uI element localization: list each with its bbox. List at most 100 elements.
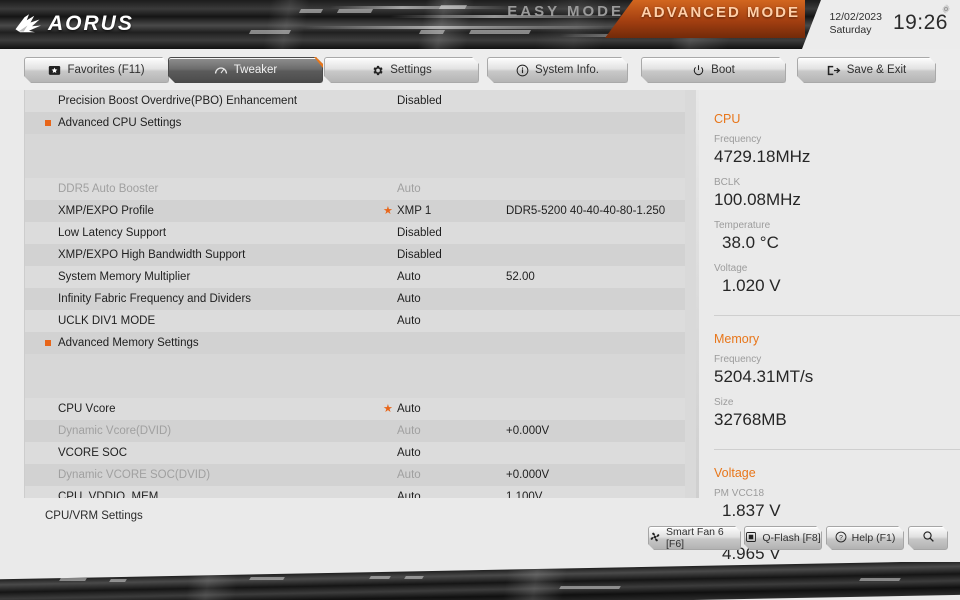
- footer-texture: [0, 562, 960, 600]
- gear-icon[interactable]: [940, 3, 952, 15]
- help-text: CPU/VRM Settings: [45, 510, 143, 522]
- row-label: Dynamic Vcore(DVID): [58, 425, 172, 437]
- row-value[interactable]: Auto: [397, 293, 421, 305]
- tab-tweaker[interactable]: Tweaker: [168, 57, 323, 83]
- row-value[interactable]: Auto: [397, 491, 421, 498]
- row-value-2: DDR5-5200 40-40-40-80-1.250: [506, 205, 666, 217]
- row-value[interactable]: Disabled: [397, 249, 442, 261]
- settings-list-pane: Precision Boost Overdrive(PBO) Enhanceme…: [24, 90, 721, 498]
- row-label: XMP/EXPO High Bandwidth Support: [58, 249, 246, 261]
- submenu-bullet-icon: [45, 120, 51, 126]
- table-row[interactable]: VCORE SOC Auto: [25, 442, 685, 464]
- info-value: 1.837 V: [722, 501, 781, 520]
- row-value[interactable]: Auto: [397, 183, 421, 195]
- tab-system-info[interactable]: System Info.: [487, 57, 628, 83]
- table-row[interactable]: CPU Vcore ★ Auto: [25, 398, 685, 420]
- logo-text: AORUS: [48, 12, 134, 35]
- row-label: Advanced CPU Settings: [58, 117, 182, 129]
- row-value-2: 1.100V: [506, 491, 543, 498]
- row-label: Precision Boost Overdrive(PBO) Enhanceme…: [58, 95, 298, 107]
- row-value[interactable]: Disabled: [397, 227, 442, 239]
- info-key: BCLK: [714, 177, 741, 188]
- tab-settings[interactable]: Settings: [324, 57, 479, 83]
- row-value[interactable]: Auto: [397, 315, 421, 327]
- row-label: CPU Vcore: [58, 403, 116, 415]
- row-label: Infinity Fabric Frequency and Dividers: [58, 293, 252, 305]
- row-spacer: [25, 354, 685, 376]
- info-section-values: Frequency 5204.31MT/s Size 32768MB: [714, 353, 960, 439]
- advanced-mode-tab[interactable]: ADVANCED MODE: [641, 4, 800, 21]
- table-row[interactable]: Low Latency Support Disabled: [25, 222, 685, 244]
- info-pair: Frequency 4729.18MHz: [714, 133, 844, 167]
- table-row[interactable]: CPU_VDDIO_MEM Auto 1.100V: [25, 486, 685, 498]
- info-value: 38.0 °C: [722, 233, 779, 252]
- table-row[interactable]: Advanced CPU Settings: [25, 112, 685, 134]
- star-icon: ★: [383, 205, 393, 217]
- info-key: Temperature: [714, 220, 771, 231]
- help-label: Help (F1): [851, 532, 896, 544]
- info-pair: Size 32768MB: [714, 396, 844, 430]
- tab-settings-label: Settings: [390, 64, 432, 76]
- row-value[interactable]: Auto: [397, 271, 421, 283]
- tab-save-exit[interactable]: Save & Exit: [797, 57, 936, 83]
- info-divider: [714, 449, 960, 450]
- q-flash-label: Q-Flash [F8]: [762, 532, 821, 544]
- main-nav: Favorites (F11) Tweaker Settings System …: [0, 49, 960, 90]
- row-label: DDR5 Auto Booster: [58, 183, 159, 195]
- info-value: 4729.18MHz: [714, 147, 811, 166]
- row-value[interactable]: Auto: [397, 425, 421, 437]
- tab-boot[interactable]: Boot: [641, 57, 786, 83]
- row-value[interactable]: Auto: [397, 447, 421, 459]
- table-row: Dynamic Vcore(DVID) Auto +0.000V: [25, 420, 685, 442]
- weekday-value: Saturday: [829, 24, 872, 36]
- question-circle-icon: ?: [835, 531, 847, 546]
- easy-mode-tab[interactable]: EASY MODE: [507, 3, 624, 20]
- tab-tweaker-label: Tweaker: [233, 64, 278, 76]
- info-section-title: CPU: [714, 112, 741, 126]
- info-value: 5204.31MT/s: [714, 367, 814, 386]
- svg-text:?: ?: [839, 534, 843, 541]
- table-row[interactable]: XMP/EXPO Profile ★ XMP 1 DDR5-5200 40-40-40…: [25, 200, 685, 222]
- smart-fan-label: Smart Fan 6 [F6]: [666, 526, 724, 550]
- table-row[interactable]: XMP/EXPO High Bandwidth Support Disabled: [25, 244, 685, 266]
- bios-screen: AORUS EASY MODE ADVANCED MODE 12/02/2023…: [0, 0, 960, 600]
- gauge-icon: [214, 64, 228, 76]
- q-flash-button[interactable]: Q-Flash [F8]: [744, 526, 822, 550]
- row-value[interactable]: Auto: [397, 469, 421, 481]
- table-row: DDR5 Auto Booster Auto: [25, 178, 685, 200]
- row-value[interactable]: XMP 1: [397, 205, 431, 217]
- chip-icon: [745, 531, 757, 546]
- info-circle-icon: [516, 64, 529, 77]
- tab-save-exit-label: Save & Exit: [846, 64, 907, 76]
- table-row[interactable]: Advanced Memory Settings: [25, 332, 685, 354]
- info-pair: BCLK 100.08MHz: [714, 176, 844, 210]
- row-label: Advanced Memory Settings: [58, 337, 199, 349]
- table-row[interactable]: UCLK DIV1 MODE Auto: [25, 310, 685, 332]
- hardware-info-panel: CPU Frequency 4729.18MHz BCLK 100.08MHz Tempe…: [700, 90, 960, 600]
- aorus-logo: AORUS: [14, 8, 224, 40]
- table-row[interactable]: Infinity Fabric Frequency and Dividers Au…: [25, 288, 685, 310]
- date-display: 12/02/2023 Saturday: [829, 11, 882, 37]
- row-value-2: 52.00: [506, 271, 535, 283]
- info-pair: Frequency 5204.31MT/s: [714, 353, 844, 387]
- table-row[interactable]: Precision Boost Overdrive(PBO) Enhanceme…: [25, 90, 685, 112]
- info-divider: [714, 315, 960, 316]
- tab-favorites[interactable]: Favorites (F11): [24, 57, 169, 83]
- row-value[interactable]: Disabled: [397, 95, 442, 107]
- fan-icon: [649, 531, 661, 546]
- smart-fan-button[interactable]: Smart Fan 6 [F6]: [648, 526, 741, 550]
- info-value: 32768MB: [714, 410, 787, 429]
- exit-arrow-icon: [827, 64, 841, 77]
- pane-edge: [696, 90, 699, 498]
- help-button[interactable]: ? Help (F1): [826, 526, 904, 550]
- info-pair: Temperature 38.0 °C: [714, 219, 844, 253]
- search-button[interactable]: [908, 526, 948, 550]
- row-spacer: [25, 376, 685, 398]
- info-key: Frequency: [714, 134, 762, 145]
- table-row[interactable]: System Memory Multiplier Auto 52.00: [25, 266, 685, 288]
- gear-icon: [371, 64, 384, 77]
- row-spacer: [25, 134, 685, 156]
- table-row: Dynamic VCORE SOC(DVID) Auto +0.000V: [25, 464, 685, 486]
- row-value[interactable]: Auto: [397, 403, 421, 415]
- search-icon: [922, 530, 935, 546]
